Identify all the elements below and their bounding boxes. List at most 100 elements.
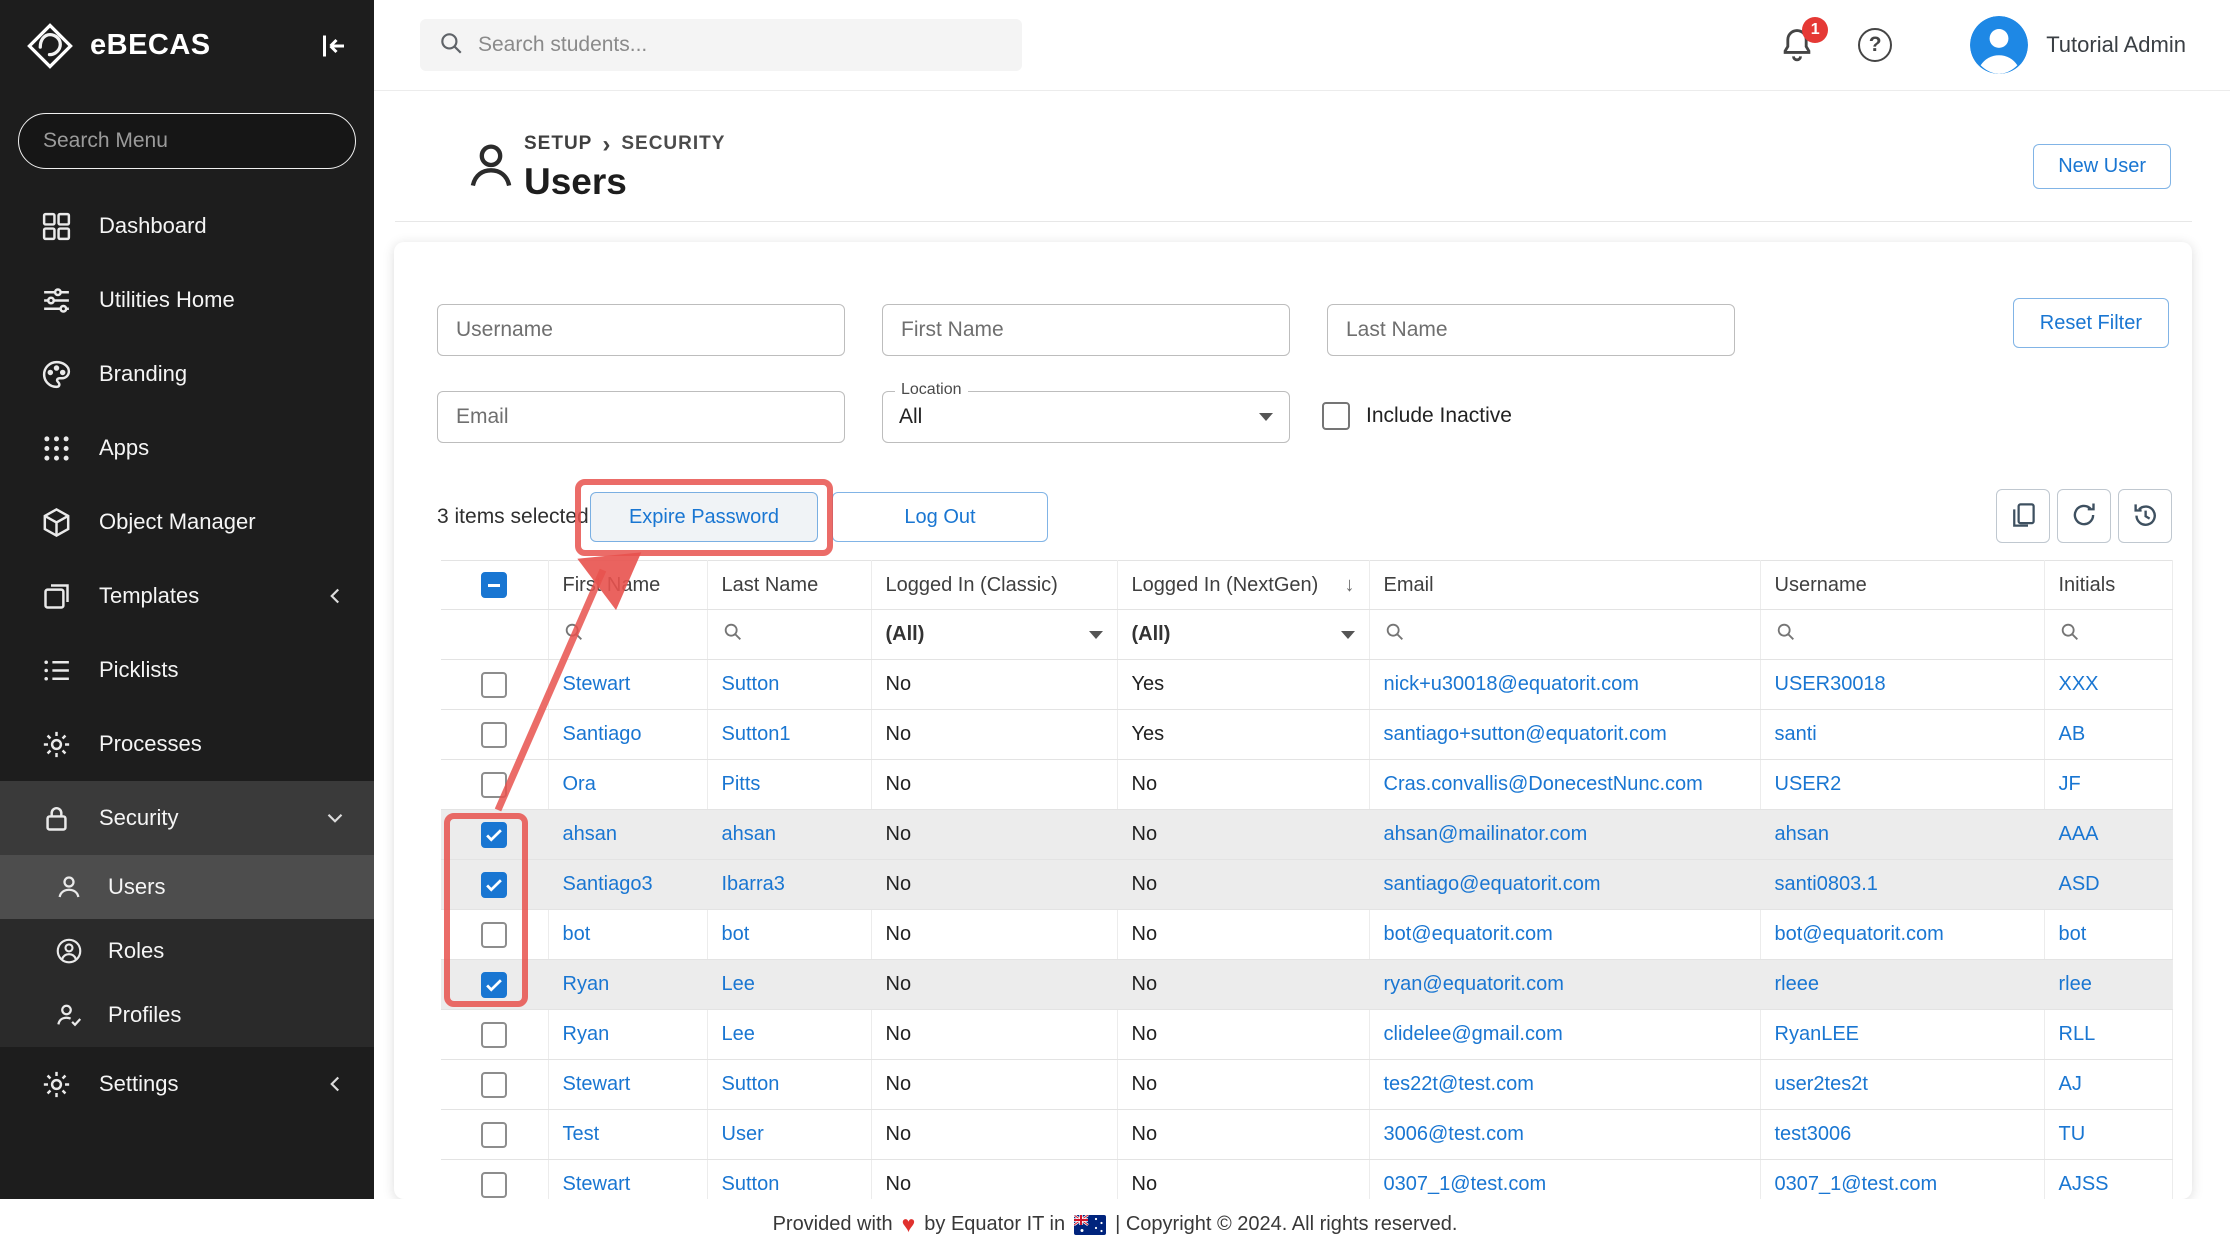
avatar[interactable] bbox=[1970, 16, 2028, 74]
cell-email[interactable]: santiago@equatorit.com bbox=[1369, 860, 1760, 910]
refresh-button[interactable] bbox=[2057, 489, 2111, 543]
select-all-checkbox[interactable] bbox=[481, 572, 507, 598]
history-button[interactable] bbox=[2118, 489, 2172, 543]
expire-password-button[interactable]: Expire Password bbox=[590, 492, 818, 542]
log-out-button[interactable]: Log Out bbox=[832, 492, 1048, 542]
cell-email[interactable]: 3006@test.com bbox=[1369, 1110, 1760, 1160]
table-row[interactable]: OraPittsNoNoCras.convallis@DonecestNunc.… bbox=[441, 760, 2172, 810]
breadcrumb-setup[interactable]: SETUP bbox=[524, 133, 592, 155]
column-header-username[interactable]: Username bbox=[1760, 561, 2044, 610]
cell-first-name[interactable]: Ryan bbox=[548, 960, 707, 1010]
cell-initials[interactable]: TU bbox=[2044, 1110, 2172, 1160]
row-checkbox[interactable] bbox=[481, 1072, 507, 1098]
cell-username[interactable]: USER30018 bbox=[1760, 660, 2044, 710]
sidebar-item-templates[interactable]: Templates bbox=[0, 559, 374, 633]
cell-last-name[interactable]: Lee bbox=[707, 1010, 871, 1060]
user-name[interactable]: Tutorial Admin bbox=[2046, 32, 2186, 58]
row-checkbox[interactable] bbox=[481, 1122, 507, 1148]
column-header-initials[interactable]: Initials bbox=[2044, 561, 2172, 610]
cell-last-name[interactable]: bot bbox=[707, 910, 871, 960]
cell-email[interactable]: nick+u30018@equatorit.com bbox=[1369, 660, 1760, 710]
cell-username[interactable]: test3006 bbox=[1760, 1110, 2044, 1160]
last-name-column-filter[interactable] bbox=[707, 610, 871, 660]
sidebar-item-dashboard[interactable]: Dashboard bbox=[0, 189, 374, 263]
row-checkbox[interactable] bbox=[481, 672, 507, 698]
reset-filter-button[interactable]: Reset Filter bbox=[2013, 298, 2169, 348]
cell-first-name[interactable]: ahsan bbox=[548, 810, 707, 860]
cell-username[interactable]: ahsan bbox=[1760, 810, 2044, 860]
cell-email[interactable]: bot@equatorit.com bbox=[1369, 910, 1760, 960]
cell-username[interactable]: santi bbox=[1760, 710, 2044, 760]
cell-initials[interactable]: rlee bbox=[2044, 960, 2172, 1010]
cell-initials[interactable]: AJ bbox=[2044, 1060, 2172, 1110]
sidebar-item-roles[interactable]: Roles bbox=[0, 919, 374, 983]
cell-username[interactable]: 0307_1@test.com bbox=[1760, 1160, 2044, 1200]
column-header-logged-in-classic[interactable]: Logged In (Classic) bbox=[871, 561, 1117, 610]
row-checkbox[interactable] bbox=[481, 772, 507, 798]
column-header-last-name[interactable]: Last Name bbox=[707, 561, 871, 610]
row-checkbox[interactable] bbox=[481, 1172, 507, 1198]
cell-initials[interactable]: AAA bbox=[2044, 810, 2172, 860]
row-checkbox[interactable] bbox=[481, 722, 507, 748]
row-checkbox[interactable] bbox=[481, 922, 507, 948]
cell-last-name[interactable]: Lee bbox=[707, 960, 871, 1010]
table-row[interactable]: RyanLeeNoNoclidelee@gmail.comRyanLEERLL bbox=[441, 1010, 2172, 1060]
column-header-first-name[interactable]: First Name bbox=[548, 561, 707, 610]
breadcrumb-security[interactable]: SECURITY bbox=[621, 133, 725, 155]
logged-in-classic-filter-select[interactable]: (All) bbox=[871, 610, 1117, 660]
cell-last-name[interactable]: Sutton bbox=[707, 1060, 871, 1110]
sidebar-item-utilities-home[interactable]: Utilities Home bbox=[0, 263, 374, 337]
include-inactive-checkbox[interactable]: Include Inactive bbox=[1322, 402, 1512, 430]
table-row[interactable]: StewartSuttonNoNotes22t@test.comuser2tes… bbox=[441, 1060, 2172, 1110]
logged-in-nextgen-filter-select[interactable]: (All) bbox=[1117, 610, 1369, 660]
email-filter-input[interactable] bbox=[437, 391, 845, 443]
help-icon[interactable] bbox=[1858, 28, 1892, 62]
username-column-filter[interactable] bbox=[1760, 610, 2044, 660]
cell-last-name[interactable]: Sutton bbox=[707, 660, 871, 710]
first-name-filter-input[interactable] bbox=[882, 304, 1290, 356]
cell-initials[interactable]: RLL bbox=[2044, 1010, 2172, 1060]
cell-last-name[interactable]: User bbox=[707, 1110, 871, 1160]
cell-username[interactable]: user2tes2t bbox=[1760, 1060, 2044, 1110]
first-name-column-filter[interactable] bbox=[548, 610, 707, 660]
cell-email[interactable]: Cras.convallis@DonecestNunc.com bbox=[1369, 760, 1760, 810]
row-checkbox[interactable] bbox=[481, 1022, 507, 1048]
sidebar-item-settings[interactable]: Settings bbox=[0, 1047, 374, 1121]
cell-first-name[interactable]: Stewart bbox=[548, 1060, 707, 1110]
column-header-logged-in-nextgen[interactable]: Logged In (NextGen) bbox=[1117, 561, 1369, 610]
sidebar-item-profiles[interactable]: Profiles bbox=[0, 983, 374, 1047]
table-row[interactable]: Santiago3Ibarra3NoNosantiago@equatorit.c… bbox=[441, 860, 2172, 910]
cell-initials[interactable]: AB bbox=[2044, 710, 2172, 760]
sidebar-item-security[interactable]: Security bbox=[0, 781, 374, 855]
row-checkbox-checked[interactable] bbox=[481, 872, 507, 898]
table-row[interactable]: SantiagoSutton1NoYessantiago+sutton@equa… bbox=[441, 710, 2172, 760]
cell-username[interactable]: RyanLEE bbox=[1760, 1010, 2044, 1060]
cell-username[interactable]: santi0803.1 bbox=[1760, 860, 2044, 910]
cell-email[interactable]: clidelee@gmail.com bbox=[1369, 1010, 1760, 1060]
cell-email[interactable]: ryan@equatorit.com bbox=[1369, 960, 1760, 1010]
cell-first-name[interactable]: Ora bbox=[548, 760, 707, 810]
cell-email[interactable]: tes22t@test.com bbox=[1369, 1060, 1760, 1110]
username-filter-input[interactable] bbox=[437, 304, 845, 356]
cell-last-name[interactable]: Pitts bbox=[707, 760, 871, 810]
cell-last-name[interactable]: ahsan bbox=[707, 810, 871, 860]
cell-first-name[interactable]: Santiago3 bbox=[548, 860, 707, 910]
cell-username[interactable]: bot@equatorit.com bbox=[1760, 910, 2044, 960]
table-row[interactable]: StewartSuttonNoYesnick+u30018@equatorit.… bbox=[441, 660, 2172, 710]
location-select[interactable]: Location All bbox=[882, 391, 1290, 443]
sidebar-search-input[interactable] bbox=[18, 113, 356, 169]
new-user-button[interactable]: New User bbox=[2033, 144, 2171, 189]
cell-initials[interactable]: XXX bbox=[2044, 660, 2172, 710]
cell-last-name[interactable]: Sutton bbox=[707, 1160, 871, 1200]
cell-last-name[interactable]: Ibarra3 bbox=[707, 860, 871, 910]
notifications-bell-icon[interactable]: 1 bbox=[1778, 25, 1818, 65]
sidebar-item-object-manager[interactable]: Object Manager bbox=[0, 485, 374, 559]
initials-column-filter[interactable] bbox=[2044, 610, 2172, 660]
export-button[interactable] bbox=[1996, 489, 2050, 543]
cell-initials[interactable]: bot bbox=[2044, 910, 2172, 960]
sidebar-item-branding[interactable]: Branding bbox=[0, 337, 374, 411]
cell-first-name[interactable]: bot bbox=[548, 910, 707, 960]
row-checkbox-checked[interactable] bbox=[481, 822, 507, 848]
table-row[interactable]: botbotNoNobot@equatorit.combot@equatorit… bbox=[441, 910, 2172, 960]
cell-last-name[interactable]: Sutton1 bbox=[707, 710, 871, 760]
